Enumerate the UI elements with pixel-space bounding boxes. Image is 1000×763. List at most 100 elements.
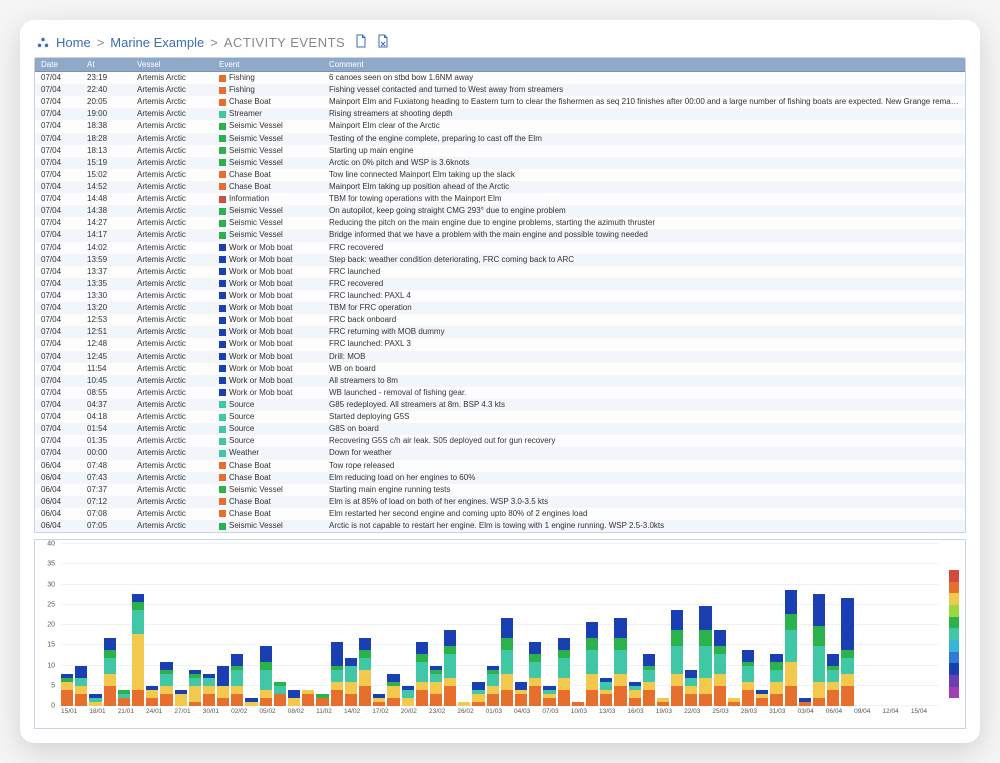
chart-bar[interactable] xyxy=(714,546,726,706)
table-row[interactable]: 06/0407:12Artemis ArcticChase BoatElm is… xyxy=(35,496,965,508)
col-date[interactable]: Date xyxy=(35,58,81,72)
chart-bar[interactable] xyxy=(274,546,286,706)
table-row[interactable]: 07/0413:30Artemis ArcticWork or Mob boat… xyxy=(35,290,965,302)
chart-bar[interactable] xyxy=(841,546,853,706)
chart-bar[interactable] xyxy=(402,546,414,706)
chart-bar[interactable] xyxy=(912,546,924,706)
chart-bar[interactable] xyxy=(260,546,272,706)
table-row[interactable]: 07/0413:20Artemis ArcticWork or Mob boat… xyxy=(35,302,965,314)
table-row[interactable]: 07/0414:17Artemis ArcticSeismic VesselBr… xyxy=(35,229,965,241)
chart-bar[interactable] xyxy=(657,546,669,706)
table-row[interactable]: 07/0413:35Artemis ArcticWork or Mob boat… xyxy=(35,278,965,290)
table-row[interactable]: 07/0413:37Artemis ArcticWork or Mob boat… xyxy=(35,266,965,278)
chart-bar[interactable] xyxy=(104,546,116,706)
chart-bar[interactable] xyxy=(572,546,584,706)
chart-bar[interactable] xyxy=(331,546,343,706)
chart-bar[interactable] xyxy=(203,546,215,706)
chart-bar[interactable] xyxy=(799,546,811,706)
chart-bar[interactable] xyxy=(501,546,513,706)
chart-bar[interactable] xyxy=(61,546,73,706)
chart-bar[interactable] xyxy=(685,546,697,706)
table-row[interactable]: 07/0415:02Artemis ArcticChase BoatTow li… xyxy=(35,169,965,181)
chart-bar[interactable] xyxy=(529,546,541,706)
chart-bar[interactable] xyxy=(898,546,910,706)
chart-bar[interactable] xyxy=(586,546,598,706)
table-row[interactable]: 07/0412:45Artemis ArcticWork or Mob boat… xyxy=(35,351,965,363)
chart-bar[interactable] xyxy=(132,546,144,706)
table-row[interactable]: 07/0415:19Artemis ArcticSeismic VesselAr… xyxy=(35,157,965,169)
chart-bar[interactable] xyxy=(614,546,626,706)
table-row[interactable]: 07/0414:27Artemis ArcticSeismic VesselRe… xyxy=(35,217,965,229)
chart-bar[interactable] xyxy=(288,546,300,706)
chart-bar[interactable] xyxy=(671,546,683,706)
chart-bar[interactable] xyxy=(785,546,797,706)
chart-bar[interactable] xyxy=(430,546,442,706)
chart-bar[interactable] xyxy=(813,546,825,706)
table-row[interactable]: 07/0418:13Artemis ArcticSeismic VesselSt… xyxy=(35,145,965,157)
table-row[interactable]: 07/0411:54Artemis ArcticWork or Mob boat… xyxy=(35,363,965,375)
export-xls-icon[interactable] xyxy=(377,34,389,51)
chart-bar[interactable] xyxy=(870,546,882,706)
chart-bar[interactable] xyxy=(345,546,357,706)
chart-bar[interactable] xyxy=(600,546,612,706)
chart-bar[interactable] xyxy=(558,546,570,706)
col-comment[interactable]: Comment xyxy=(323,58,965,72)
col-event[interactable]: Event xyxy=(213,58,323,72)
table-row[interactable]: 07/0412:48Artemis ArcticWork or Mob boat… xyxy=(35,338,965,350)
chart-bar[interactable] xyxy=(742,546,754,706)
col-vessel[interactable]: Vessel xyxy=(131,58,213,72)
chart-bar[interactable] xyxy=(458,546,470,706)
table-row[interactable]: 07/0408:55Artemis ArcticWork or Mob boat… xyxy=(35,387,965,399)
table-row[interactable]: 06/0407:05Artemis ArcticSeismic VesselAr… xyxy=(35,520,965,532)
chart-bar[interactable] xyxy=(118,546,130,706)
chart-bar[interactable] xyxy=(884,546,896,706)
table-row[interactable]: 07/0423:19Artemis ArcticFishing6 canoes … xyxy=(35,72,965,85)
chart-bar[interactable] xyxy=(472,546,484,706)
chart-bar[interactable] xyxy=(175,546,187,706)
table-row[interactable]: 07/0420:05Artemis ArcticChase BoatMainpo… xyxy=(35,96,965,108)
table-row[interactable]: 06/0407:43Artemis ArcticChase BoatElm re… xyxy=(35,472,965,484)
chart-bar[interactable] xyxy=(827,546,839,706)
chart-bar[interactable] xyxy=(728,546,740,706)
table-row[interactable]: 06/0407:48Artemis ArcticChase BoatTow ro… xyxy=(35,460,965,472)
chart-bar[interactable] xyxy=(217,546,229,706)
chart-bar[interactable] xyxy=(926,546,938,706)
chart-bar[interactable] xyxy=(515,546,527,706)
chart-bar[interactable] xyxy=(629,546,641,706)
chart-bar[interactable] xyxy=(756,546,768,706)
chart-bar[interactable] xyxy=(770,546,782,706)
table-row[interactable]: 07/0413:59Artemis ArcticWork or Mob boat… xyxy=(35,254,965,266)
chart-bar[interactable] xyxy=(231,546,243,706)
chart-bar[interactable] xyxy=(75,546,87,706)
table-row[interactable]: 07/0401:54Artemis ArcticSourceG8S on boa… xyxy=(35,423,965,435)
breadcrumb-section[interactable]: Marine Example xyxy=(110,35,204,50)
table-row[interactable]: 07/0414:38Artemis ArcticSeismic VesselOn… xyxy=(35,205,965,217)
chart-bar[interactable] xyxy=(89,546,101,706)
chart-bar[interactable] xyxy=(373,546,385,706)
table-row[interactable]: 07/0418:38Artemis ArcticSeismic VesselMa… xyxy=(35,120,965,132)
chart-bar[interactable] xyxy=(416,546,428,706)
chart-bar[interactable] xyxy=(302,546,314,706)
table-row[interactable]: 07/0412:53Artemis ArcticWork or Mob boat… xyxy=(35,314,965,326)
chart-bar[interactable] xyxy=(487,546,499,706)
table-row[interactable]: 07/0414:52Artemis ArcticChase BoatMainpo… xyxy=(35,181,965,193)
table-row[interactable]: 07/0401:35Artemis ArcticSourceRecovering… xyxy=(35,435,965,447)
chart-bar[interactable] xyxy=(189,546,201,706)
chart-bar[interactable] xyxy=(543,546,555,706)
table-row[interactable]: 07/0410:45Artemis ArcticWork or Mob boat… xyxy=(35,375,965,387)
export-pdf-icon[interactable] xyxy=(355,34,367,51)
chart-bar[interactable] xyxy=(245,546,257,706)
chart-bar[interactable] xyxy=(387,546,399,706)
table-row[interactable]: 06/0407:08Artemis ArcticChase BoatElm re… xyxy=(35,508,965,520)
chart-bar[interactable] xyxy=(643,546,655,706)
table-row[interactable]: 07/0400:00Artemis ArcticWeatherDown for … xyxy=(35,447,965,459)
table-row[interactable]: 07/0404:18Artemis ArcticSourceStarted de… xyxy=(35,411,965,423)
table-row[interactable]: 07/0412:51Artemis ArcticWork or Mob boat… xyxy=(35,326,965,338)
table-row[interactable]: 07/0404:37Artemis ArcticSourceG85 redepl… xyxy=(35,399,965,411)
table-row[interactable]: 07/0422:40Artemis ArcticFishingFishing v… xyxy=(35,84,965,96)
col-at[interactable]: At xyxy=(81,58,131,72)
table-row[interactable]: 07/0414:48Artemis ArcticInformationTBM f… xyxy=(35,193,965,205)
chart-bar[interactable] xyxy=(359,546,371,706)
breadcrumb-home[interactable]: Home xyxy=(56,35,91,50)
chart-bar[interactable] xyxy=(160,546,172,706)
